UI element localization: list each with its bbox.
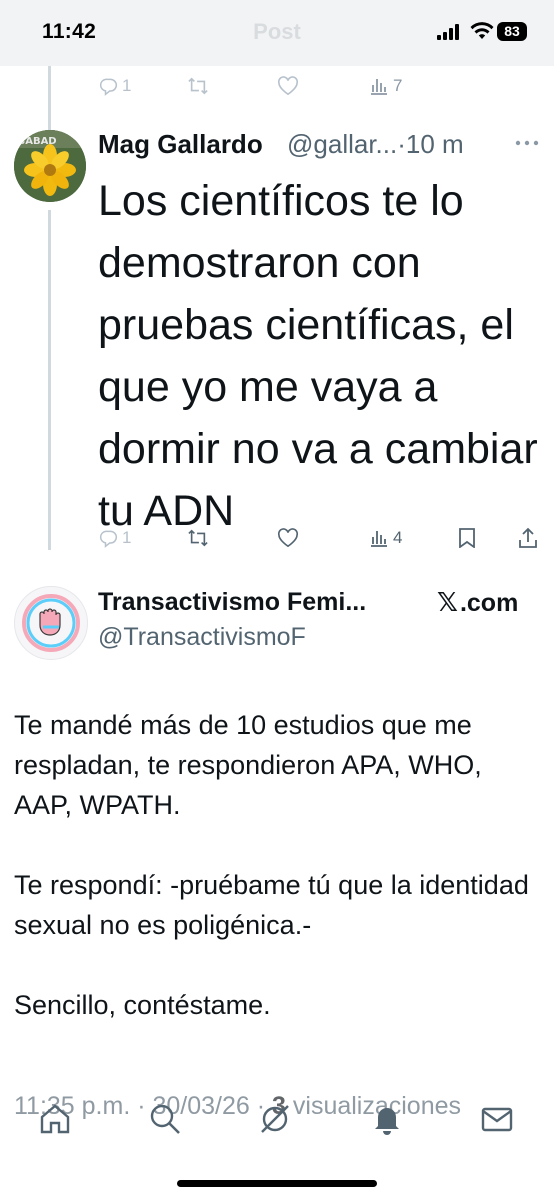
- avatar[interactable]: SABAD: [14, 130, 86, 202]
- grok-icon[interactable]: [258, 1102, 292, 1136]
- quoted-text: Te mandé más de 10 estudios que me respl…: [14, 705, 544, 1065]
- battery-indicator: 83: [497, 22, 527, 41]
- reply-button[interactable]: 1: [98, 528, 131, 548]
- views-icon: [369, 76, 389, 96]
- time-separator: ·: [397, 129, 406, 159]
- source-link[interactable]: 𝕏 .com: [437, 588, 518, 618]
- retweet-icon: [187, 76, 209, 96]
- author-handle: @gallar...: [287, 129, 398, 159]
- views-button[interactable]: 4: [369, 528, 402, 548]
- tweet-text: Los científicos te lo demostraron con pr…: [98, 177, 538, 535]
- wifi-icon: [470, 22, 494, 40]
- reply-icon: [98, 528, 118, 548]
- search-icon[interactable]: [148, 1102, 182, 1136]
- retweet-button[interactable]: [187, 528, 209, 548]
- quoted-paragraph: Te mandé más de 10 estudios que me respl…: [14, 710, 482, 820]
- post-time: 10 m: [405, 129, 464, 159]
- quoted-paragraph: Te respondí: -pruébame tú que la identid…: [14, 870, 529, 940]
- thread-line: [48, 66, 51, 130]
- share-button[interactable]: [518, 527, 538, 549]
- quoted-author-name[interactable]: Transactivismo Femi...: [98, 588, 366, 617]
- author-handle-time[interactable]: @gallar...·10 m: [287, 129, 464, 160]
- bookmark-icon: [458, 528, 476, 548]
- home-indicator: [177, 1180, 377, 1187]
- like-icon: [277, 528, 299, 548]
- like-button[interactable]: [277, 528, 299, 548]
- views-button[interactable]: 7: [369, 76, 402, 96]
- notifications-icon[interactable]: [370, 1102, 404, 1136]
- like-button[interactable]: [277, 76, 299, 96]
- bookmark-button[interactable]: [458, 528, 476, 548]
- views-count: 4: [393, 528, 403, 547]
- more-icon[interactable]: [514, 130, 540, 156]
- thread-line: [48, 210, 51, 550]
- messages-icon[interactable]: [480, 1102, 514, 1136]
- reply-button[interactable]: 1: [98, 76, 131, 96]
- quoted-author-handle[interactable]: @TransactivismoF: [98, 623, 306, 652]
- reply-icon: [98, 76, 118, 96]
- author-name[interactable]: Mag Gallardo: [98, 129, 263, 160]
- reply-count: 1: [122, 528, 132, 547]
- retweet-button[interactable]: [187, 76, 209, 96]
- views-count: 7: [393, 76, 403, 95]
- share-icon: [518, 527, 538, 549]
- x-logo-icon: 𝕏: [437, 588, 458, 618]
- views-icon: [369, 528, 389, 548]
- like-icon: [277, 76, 299, 96]
- reply-count: 1: [122, 76, 132, 95]
- quoted-avatar[interactable]: [14, 586, 88, 660]
- retweet-icon: [187, 528, 209, 548]
- home-icon[interactable]: [38, 1102, 72, 1136]
- cellular-signal-icon: [437, 24, 463, 40]
- source-domain: .com: [459, 588, 519, 617]
- quoted-paragraph: Sencillo, contéstame.: [14, 990, 271, 1020]
